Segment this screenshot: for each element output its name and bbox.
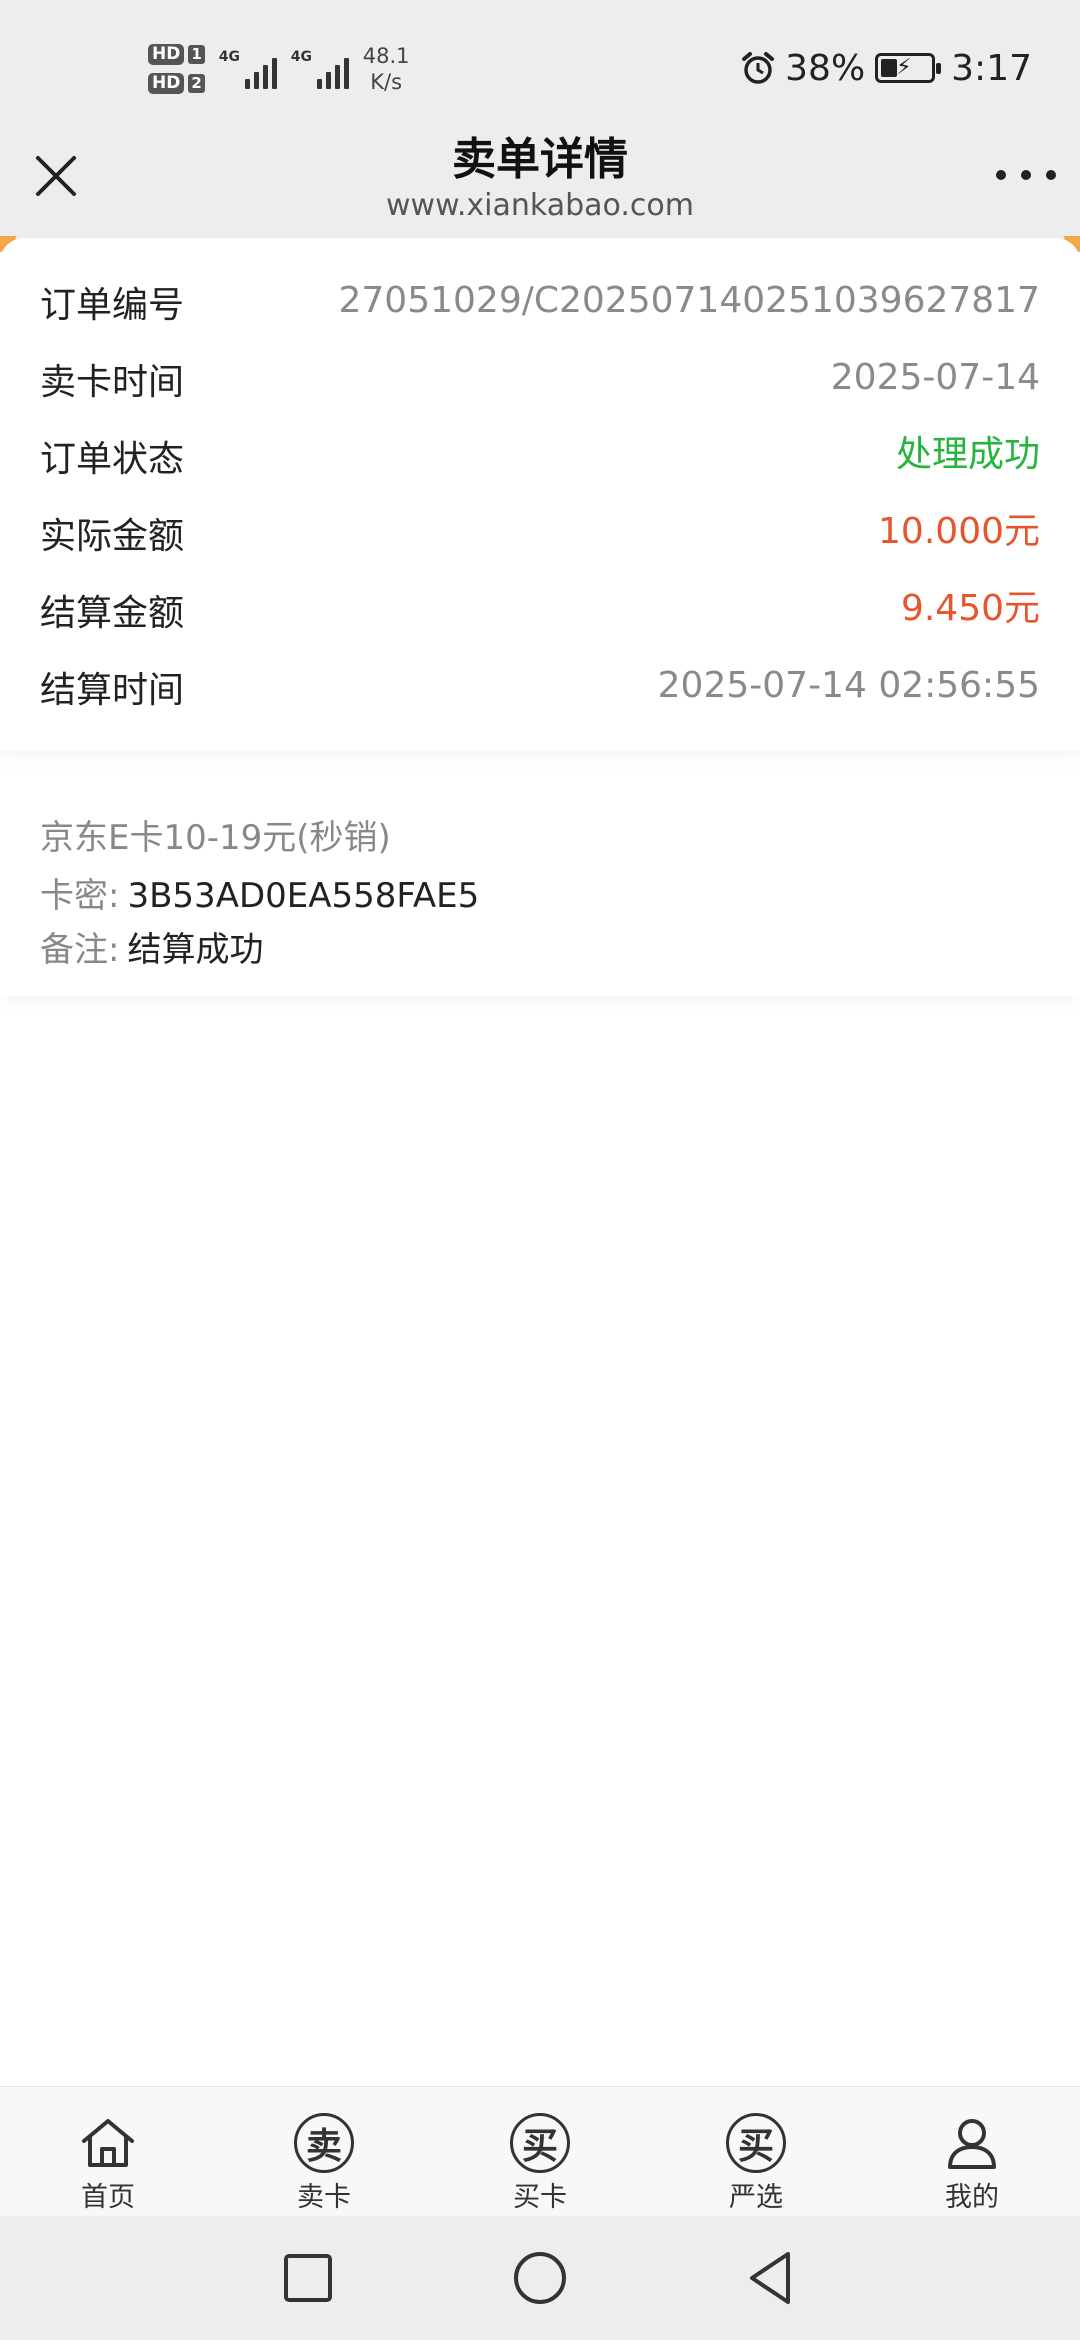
order-number-label: 订单编号 — [40, 285, 185, 326]
status-value: 处理成功 — [895, 434, 1040, 475]
clock: 3:17 — [951, 47, 1032, 89]
network-type-2: 4G — [290, 49, 313, 65]
card-secret-label: 卡密: — [40, 876, 120, 916]
card-remark-value: 结算成功 — [127, 930, 264, 970]
tab-mine[interactable]: 我的 — [902, 2087, 1042, 2217]
sell-time-value: 2025-07-14 — [830, 357, 1040, 398]
more-icon[interactable] — [996, 160, 1056, 190]
speed-unit: K/s — [370, 70, 403, 94]
tab-buy-card-label: 买卡 — [513, 2182, 567, 2213]
detail-row-settle-time: 结算时间 2025-07-14 02:56:55 — [40, 653, 1040, 729]
card-remark-label: 备注: — [40, 930, 120, 970]
settle-amount-value: 9.450元 — [900, 588, 1040, 629]
card-info-section: 京东E卡10-19元(秒销) 卡密: 3B53AD0EA558FAE5 备注: 结算… — [0, 776, 1080, 996]
tab-mine-label: 我的 — [945, 2182, 999, 2213]
hd-badge-2: HD — [148, 73, 185, 94]
signal-2-icon: 4G — [291, 49, 349, 89]
tab-select[interactable]: 买 严选 — [686, 2087, 826, 2217]
home-icon — [82, 2119, 134, 2167]
card-remark-line: 备注: 结算成功 — [40, 922, 263, 971]
network-speed: 48.1 K/s — [363, 43, 410, 95]
status-label: 订单状态 — [40, 439, 185, 480]
sim-1-label: 1 — [188, 45, 205, 64]
battery-charging-icon: ⚡ — [875, 53, 942, 83]
detail-row-status: 订单状态 处理成功 — [40, 422, 1040, 498]
card-secret-value: 3B53AD0EA558FAE5 — [127, 876, 480, 916]
status-right: 38% ⚡ 3:17 — [741, 40, 1032, 96]
back-icon[interactable] — [740, 2246, 804, 2310]
settle-time-value: 2025-07-14 02:56:55 — [657, 665, 1040, 706]
tab-sell-card-label: 卖卡 — [297, 2182, 351, 2213]
profile-icon — [948, 2119, 996, 2169]
hd-indicators: HD 1 HD 2 — [148, 44, 205, 94]
page-title: 卖单详情 — [452, 134, 628, 185]
sell-time-label: 卖卡时间 — [40, 362, 185, 403]
settle-time-label: 结算时间 — [40, 670, 185, 711]
tab-buy-card[interactable]: 买 买卡 — [470, 2087, 610, 2217]
card-secret-line: 卡密: 3B53AD0EA558FAE5 — [40, 868, 479, 917]
recent-apps-icon[interactable] — [276, 2246, 340, 2310]
battery-percent: 38% — [785, 47, 866, 89]
actual-amount-value: 10.000元 — [878, 511, 1040, 552]
speed-value: 48.1 — [362, 44, 410, 68]
detail-row-settle-amount: 结算金额 9.450元 — [40, 576, 1040, 652]
detail-row-sell-time: 卖卡时间 2025-07-14 — [40, 345, 1040, 421]
page-url: www.xiankabao.com — [386, 188, 694, 223]
order-detail-card: 订单编号 27051029/C2025071402510396278​17 卖卡… — [0, 238, 1080, 750]
system-nav-bar — [0, 2216, 1080, 2340]
order-number-value: 27051029/C2025071402510396278​17 — [338, 280, 1041, 321]
bottom-tab-bar: 首页 卖 卖卡 买 买卡 买 严选 我的 — [0, 2086, 1080, 2217]
status-bar: HD 1 HD 2 4G 4G 48.1 K/s 38% ⚡ 3:17 — [0, 0, 1080, 130]
actual-amount-label: 实际金额 — [40, 516, 185, 557]
detail-row-order-number: 订单编号 27051029/C2025071402510396278​17 — [40, 268, 1040, 344]
buy-icon: 买 — [510, 2113, 570, 2173]
tab-home[interactable]: 首页 — [38, 2087, 178, 2217]
home-nav-icon[interactable] — [508, 2246, 572, 2310]
page-header: 卖单详情 www.xiankabao.com — [0, 130, 1080, 240]
tab-select-label: 严选 — [729, 2182, 783, 2213]
select-icon: 买 — [726, 2113, 786, 2173]
hd-badge-1: HD — [148, 44, 185, 65]
tab-sell-card[interactable]: 卖 卖卡 — [254, 2087, 394, 2217]
alarm-icon — [742, 52, 775, 84]
signal-1-icon: 4G — [219, 49, 277, 89]
sim-2-label: 2 — [188, 74, 205, 93]
sell-icon: 卖 — [294, 2113, 354, 2173]
network-type-1: 4G — [218, 49, 241, 65]
status-left: HD 1 HD 2 4G 4G 48.1 K/s — [148, 34, 410, 104]
tab-home-label: 首页 — [81, 2182, 135, 2213]
settle-amount-label: 结算金额 — [40, 593, 185, 634]
card-name: 京东E卡10-19元(秒销) — [40, 818, 391, 858]
detail-row-actual-amount: 实际金额 10.000元 — [40, 499, 1040, 575]
